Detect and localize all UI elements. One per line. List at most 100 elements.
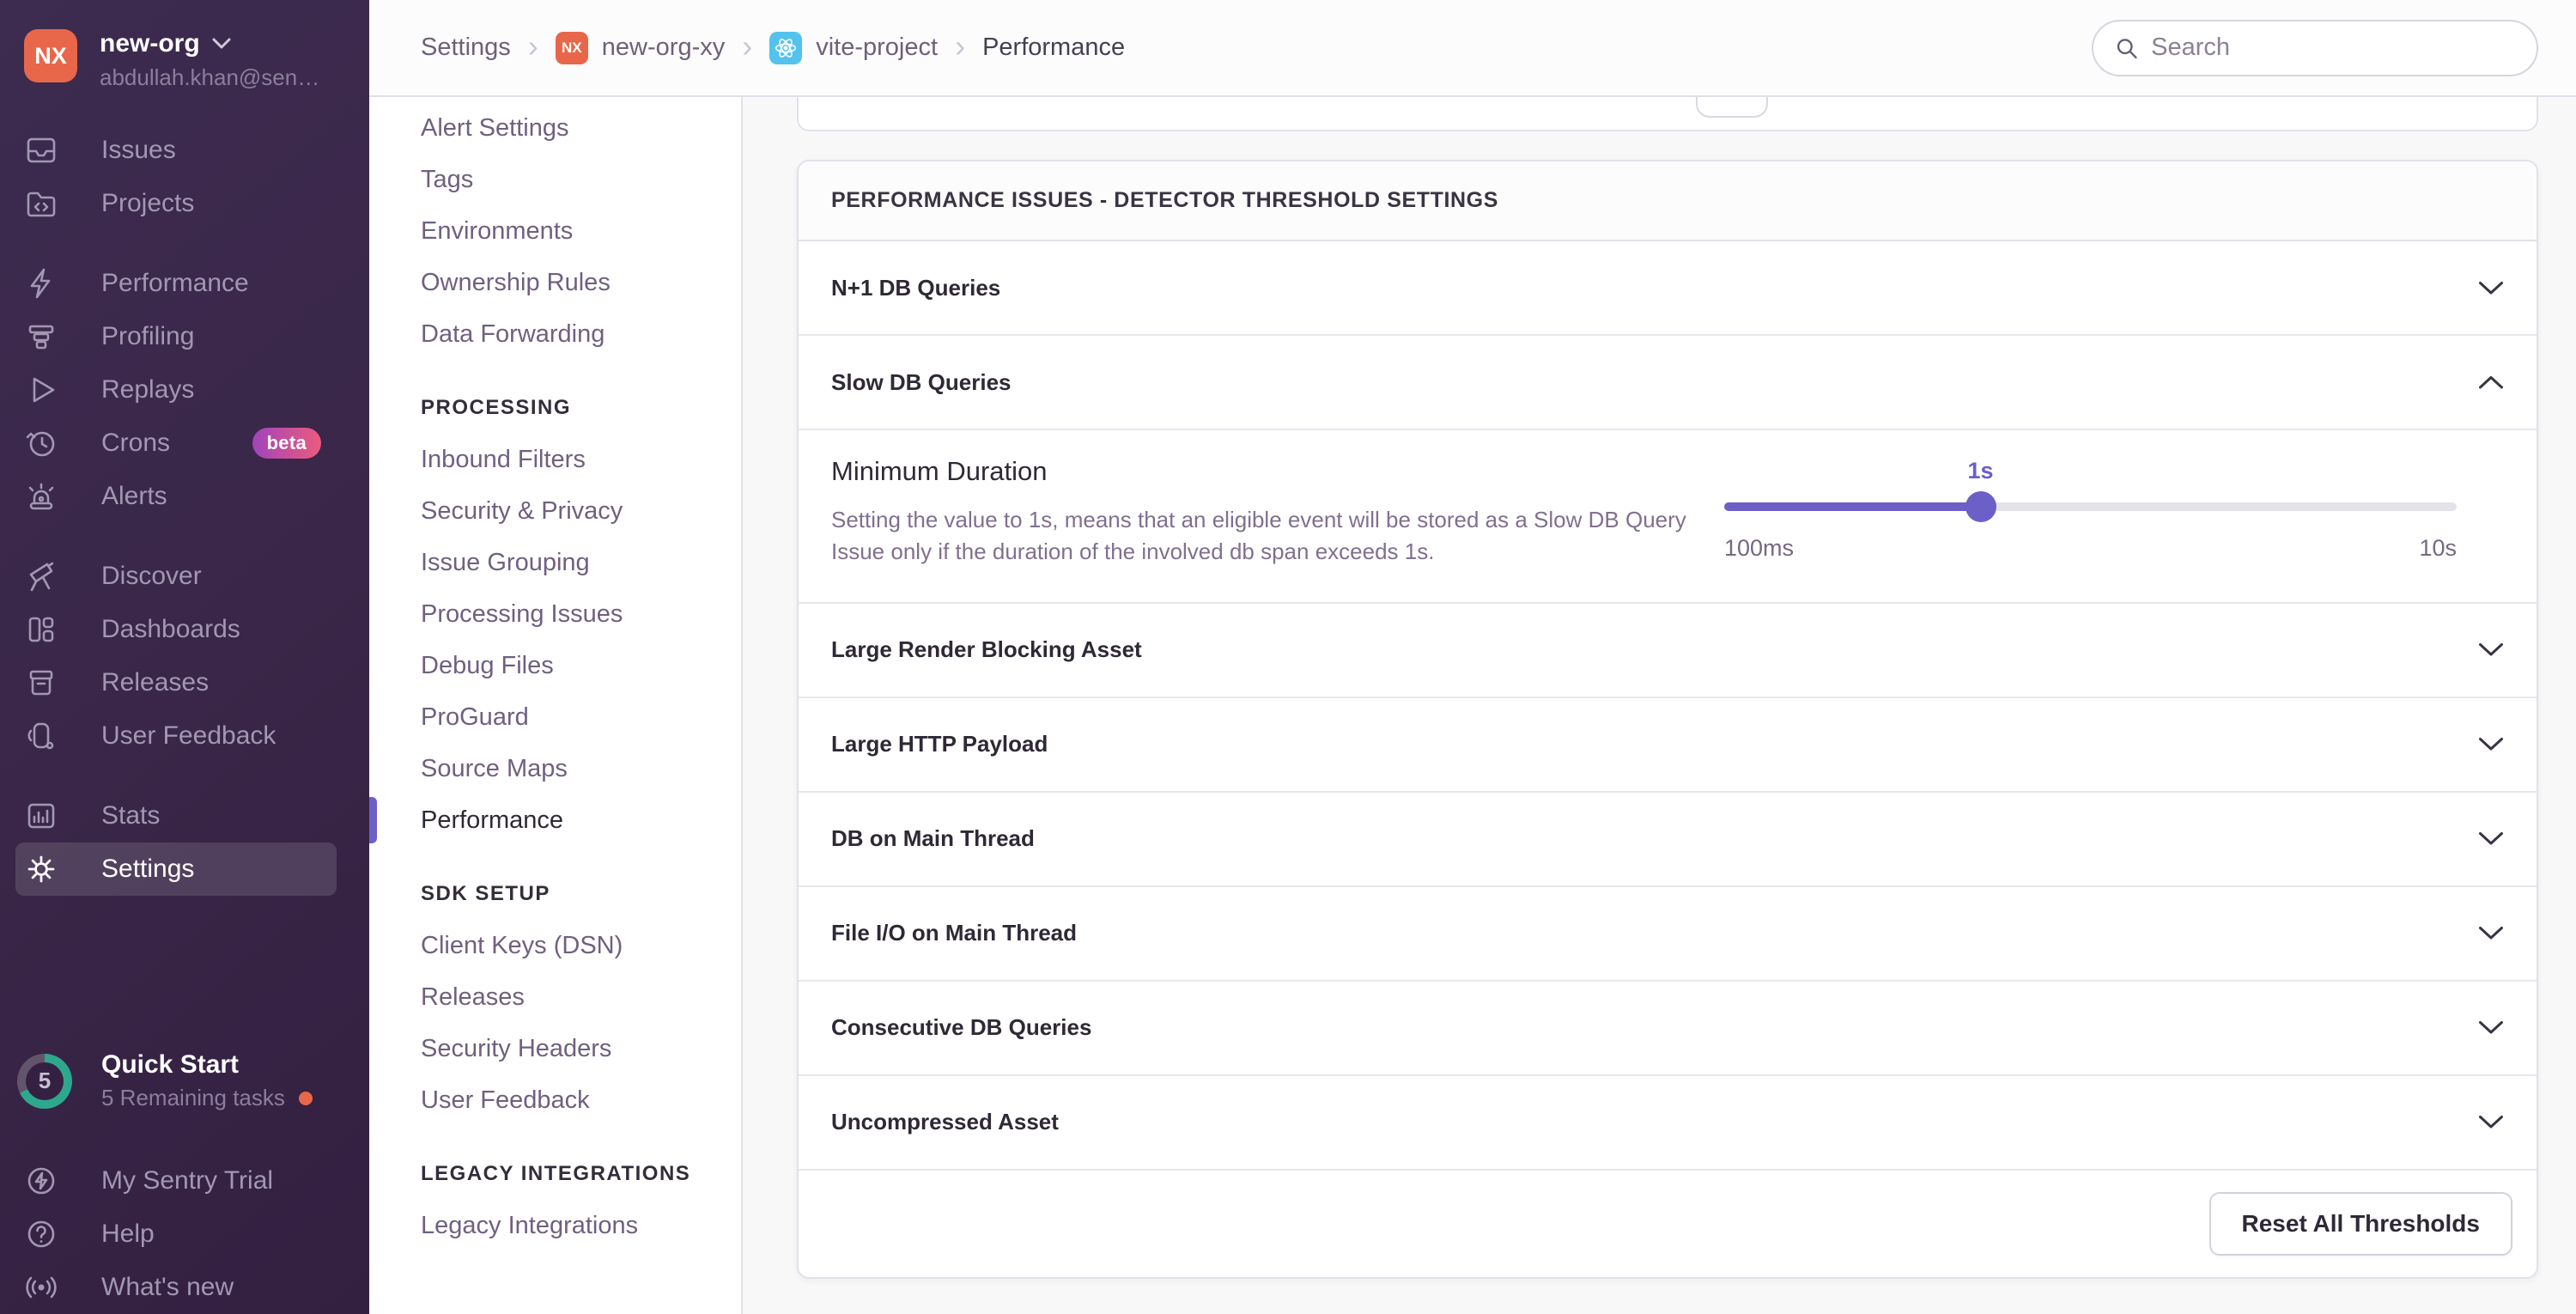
releases-icon — [24, 666, 58, 700]
accordion-row-large-render-blocking-asset[interactable]: Large Render Blocking Asset — [799, 603, 2537, 698]
sidebar-item-label: Releases — [101, 668, 210, 697]
settings-nav-section-legacy-integrations: LEGACY INTEGRATIONS — [421, 1162, 691, 1185]
alerts-icon — [24, 479, 58, 514]
chevron-down-icon — [2479, 927, 2503, 940]
scrolled-panel-bottom — [797, 97, 2538, 131]
chevron-down-icon — [2479, 643, 2503, 656]
slider-min-label: 100ms — [1724, 535, 1795, 561]
sidebar-item-profiling[interactable]: Profiling — [15, 310, 337, 363]
slider-handle[interactable] — [1965, 491, 1996, 522]
sidebar-item-label: My Sentry Trial — [101, 1166, 274, 1195]
setting-title: Minimum Duration — [831, 456, 1048, 486]
settings-nav-user-feedback[interactable]: User Feedback — [421, 1074, 741, 1126]
quick-start[interactable]: 5 Quick Start 5 Remaining tasks — [17, 1050, 354, 1111]
sidebar-item-user-feedback[interactable]: User Feedback — [15, 709, 337, 763]
chevron-down-icon — [212, 38, 231, 49]
org-avatar: NX — [24, 29, 77, 82]
sidebar-item-label: Crons — [101, 429, 171, 457]
settings-nav-proguard[interactable]: ProGuard — [421, 691, 741, 743]
quick-start-subtitle: 5 Remaining tasks — [101, 1085, 285, 1110]
settings-nav-issue-grouping[interactable]: Issue Grouping — [421, 537, 741, 588]
org-name: new-org — [100, 29, 319, 58]
slider-value-label: 1s — [1967, 458, 1994, 484]
breadcrumb-organization[interactable]: NX new-org-xy — [555, 31, 725, 64]
settings-nav-legacy-integrations[interactable]: Legacy Integrations — [421, 1200, 741, 1251]
accordion-row-n-plus-one-db-queries[interactable]: N+1 DB Queries — [799, 241, 2537, 336]
settings-nav-releases[interactable]: Releases — [421, 971, 741, 1023]
sidebar-item-label: Issues — [101, 136, 176, 164]
breadcrumb-current-page: Performance — [982, 33, 1126, 61]
org-email: abdullah.khan@sen… — [100, 64, 320, 90]
search-input[interactable] — [2151, 33, 2528, 62]
sidebar-item-label: Dashboards — [101, 615, 240, 643]
beta-badge: beta — [252, 428, 321, 459]
sidebar-item-whats-new[interactable]: What's new — [15, 1261, 337, 1314]
replays-icon — [24, 373, 58, 407]
sidebar-item-crons[interactable]: Crons beta — [15, 417, 337, 470]
settings-nav-inbound-filters[interactable]: Inbound Filters — [421, 434, 741, 485]
sidebar-item-help[interactable]: Help — [15, 1208, 337, 1261]
react-project-icon — [769, 31, 803, 64]
sidebar-item-issues[interactable]: Issues — [15, 124, 337, 177]
reset-all-thresholds-button[interactable]: Reset All Thresholds — [2208, 1191, 2512, 1256]
accordion-row-db-on-main-thread[interactable]: DB on Main Thread — [799, 792, 2537, 887]
cut-off-control — [1696, 97, 1768, 118]
search-box[interactable] — [2092, 19, 2538, 76]
crons-icon — [24, 426, 58, 460]
sidebar-item-my-sentry-trial[interactable]: My Sentry Trial — [15, 1154, 337, 1208]
projects-icon — [24, 186, 58, 221]
sidebar-item-projects[interactable]: Projects — [15, 177, 337, 230]
accordion-row-consecutive-db-queries[interactable]: Consecutive DB Queries — [799, 981, 2537, 1076]
notification-dot — [298, 1091, 313, 1105]
settings-nav-environments[interactable]: Environments — [421, 205, 741, 257]
sidebar-item-alerts[interactable]: Alerts — [15, 470, 337, 523]
sidebar-item-label: Performance — [101, 269, 249, 297]
sidebar-item-performance[interactable]: Performance — [15, 257, 337, 310]
help-icon — [24, 1217, 58, 1251]
performance-icon — [24, 266, 58, 301]
sidebar-item-replays[interactable]: Replays — [15, 363, 337, 417]
org-badge: NX — [555, 31, 588, 64]
detector-threshold-panel: PERFORMANCE ISSUES - DETECTOR THRESHOLD … — [797, 160, 2538, 1279]
settings-nav-processing-issues[interactable]: Processing Issues — [421, 588, 741, 640]
quick-start-progress-ring: 5 — [17, 1053, 72, 1109]
settings-nav-client-keys[interactable]: Client Keys (DSN) — [421, 920, 741, 971]
settings-nav-debug-files[interactable]: Debug Files — [421, 640, 741, 691]
settings-nav-alert-settings[interactable]: Alert Settings — [421, 102, 741, 154]
chevron-down-icon — [2479, 281, 2503, 294]
sidebar-item-releases[interactable]: Releases — [15, 656, 337, 709]
main-column: Settings › NX new-org-xy › vite-project … — [369, 0, 2576, 1314]
settings-nav-source-maps[interactable]: Source Maps — [421, 743, 741, 794]
settings-nav-performance[interactable]: Performance — [369, 794, 741, 846]
slow-db-queries-settings: Minimum Duration Setting the value to 1s… — [799, 430, 2537, 604]
sidebar-item-dashboards[interactable]: Dashboards — [15, 603, 337, 656]
slider-fill — [1724, 502, 1981, 511]
sidebar-item-stats[interactable]: Stats — [15, 789, 337, 843]
accordion-row-file-io-on-main-thread[interactable]: File I/O on Main Thread — [799, 886, 2537, 982]
breadcrumb-settings[interactable]: Settings — [421, 33, 511, 62]
accordion-row-large-http-payload[interactable]: Large HTTP Payload — [799, 697, 2537, 793]
sidebar-item-settings[interactable]: Settings — [15, 843, 337, 896]
sidebar-item-discover[interactable]: Discover — [15, 550, 337, 603]
sidebar-item-label: Replays — [101, 375, 195, 404]
sidebar-item-label: Projects — [101, 189, 195, 217]
sidebar-item-label: Stats — [101, 801, 161, 830]
settings-nav-tags[interactable]: Tags — [421, 154, 741, 205]
app-root: NX new-org abdullah.khan@sen… Issues Pro… — [0, 0, 2576, 1314]
accordion-row-uncompressed-asset[interactable]: Uncompressed Asset — [799, 1075, 2537, 1171]
discover-icon — [24, 559, 58, 593]
org-switcher[interactable]: NX new-org abdullah.khan@sen… — [0, 0, 369, 91]
profiling-icon — [24, 319, 58, 354]
issues-icon — [24, 133, 58, 167]
slider-track[interactable] — [1724, 502, 2457, 511]
settings-nav-security-headers[interactable]: Security Headers — [421, 1023, 741, 1074]
stats-icon — [24, 799, 58, 833]
main-sidebar: NX new-org abdullah.khan@sen… Issues Pro… — [0, 0, 369, 1314]
settings-nav: Alert Settings Tags Environments Ownersh… — [369, 97, 743, 1314]
settings-nav-security-privacy[interactable]: Security & Privacy — [421, 485, 741, 537]
settings-nav-ownership-rules[interactable]: Ownership Rules — [421, 257, 741, 308]
settings-nav-data-forwarding[interactable]: Data Forwarding — [421, 308, 741, 360]
breadcrumb-project[interactable]: vite-project — [769, 31, 938, 64]
min-duration-slider: 1s 100ms 10s — [1724, 458, 2457, 563]
accordion-row-slow-db-queries[interactable]: Slow DB Queries — [799, 336, 2537, 430]
